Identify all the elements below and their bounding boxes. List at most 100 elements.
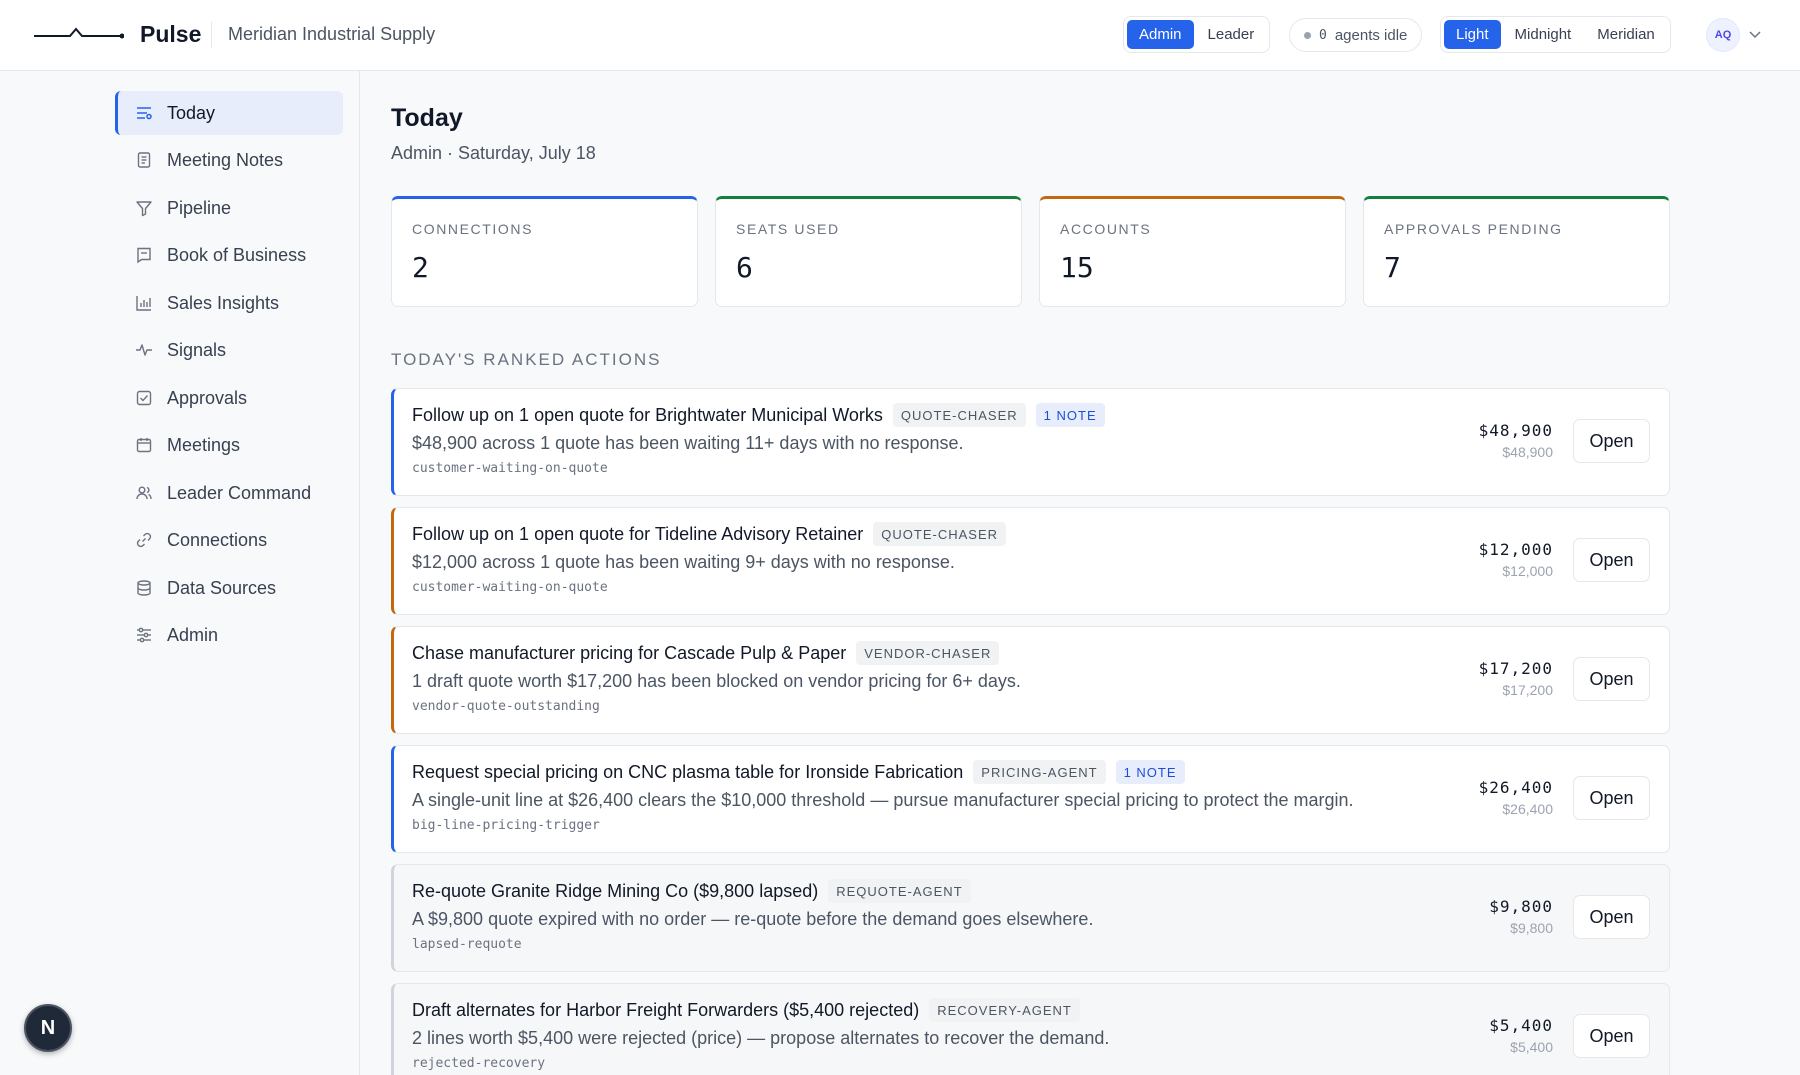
stat-value: 6 <box>736 251 753 284</box>
action-title: Draft alternates for Harbor Freight Forw… <box>412 999 920 1020</box>
open-button[interactable]: Open <box>1573 419 1650 463</box>
sidebar-item-label: Pipeline <box>167 197 232 218</box>
sidebar-item-label: Sales Insights <box>167 292 280 313</box>
section-title: TODAY'S RANKED ACTIONS <box>391 350 662 369</box>
agent-badge: REQUOTE-AGENT <box>828 879 971 903</box>
action-card[interactable]: Chase manufacturer pricing for Cascade P… <box>391 626 1670 734</box>
action-amount: $9,800 $9,800 <box>1489 897 1553 936</box>
action-amount: $26,400 $26,400 <box>1479 778 1553 817</box>
action-title-row: Follow up on 1 open quote for Tideline A… <box>412 522 1007 546</box>
action-card[interactable]: Request special pricing on CNC plasma ta… <box>391 745 1670 853</box>
action-card[interactable]: Follow up on 1 open quote for Brightwate… <box>391 388 1670 496</box>
amount-subvalue: $26,400 <box>1502 801 1553 817</box>
action-amount: $48,900 $48,900 <box>1479 421 1553 460</box>
assistant-launcher-button[interactable]: N <box>24 1004 72 1052</box>
note-badge[interactable]: 1 NOTE <box>1035 403 1105 427</box>
action-rule-code: customer-waiting-on-quote <box>412 461 608 476</box>
avatar[interactable]: AQ <box>1706 18 1740 52</box>
theme-meridian-button[interactable]: Meridian <box>1585 20 1667 49</box>
amount-subvalue: $17,200 <box>1502 682 1553 698</box>
sidebar-item-approvals[interactable]: Approvals <box>115 376 343 420</box>
action-amount: $12,000 $12,000 <box>1479 540 1553 579</box>
sidebar-item-signals[interactable]: Signals <box>115 328 343 372</box>
action-rule-code: customer-waiting-on-quote <box>412 580 608 595</box>
action-amount: $5,400 $5,400 <box>1489 1016 1553 1055</box>
action-rule-code: vendor-quote-outstanding <box>412 699 600 714</box>
sidebar-item-label: Approvals <box>167 387 248 408</box>
sidebar-item-label: Data Sources <box>167 577 277 598</box>
agent-badge: VENDOR-CHASER <box>856 641 1000 665</box>
theme-switcher: Light Midnight Meridian <box>1440 16 1671 53</box>
action-card[interactable]: Draft alternates for Harbor Freight Forw… <box>391 983 1670 1075</box>
role-admin-button[interactable]: Admin <box>1127 20 1194 49</box>
stat-label: APPROVALS PENDING <box>1384 221 1563 237</box>
action-description: $12,000 across 1 quote has been waiting … <box>412 552 955 572</box>
open-button[interactable]: Open <box>1573 1014 1650 1058</box>
stat-card-seats-used: SEATS USED 6 <box>715 196 1022 307</box>
amount-subvalue: $5,400 <box>1510 1039 1553 1055</box>
users-icon <box>136 486 152 500</box>
status-dot-icon <box>1304 31 1311 39</box>
stat-value: 15 <box>1060 251 1094 284</box>
agent-badge: PRICING-AGENT <box>973 760 1106 784</box>
checkbox-icon <box>136 390 152 406</box>
amount-subvalue: $48,900 <box>1502 444 1553 460</box>
theme-light-button[interactable]: Light <box>1444 20 1501 49</box>
amount-value: $9,800 <box>1489 897 1553 916</box>
action-description: 1 draft quote worth $17,200 has been blo… <box>412 671 1021 691</box>
action-amount: $17,200 $17,200 <box>1479 659 1553 698</box>
stat-card-connections: CONNECTIONS 2 <box>391 196 698 307</box>
sidebar-item-meetings[interactable]: Meetings <box>115 423 343 467</box>
sidebar-item-label: Book of Business <box>167 244 307 265</box>
open-button[interactable]: Open <box>1573 657 1650 701</box>
database-icon <box>137 580 151 596</box>
calendar-icon <box>136 438 152 453</box>
amount-value: $48,900 <box>1478 421 1553 440</box>
action-description: A $9,800 quote expired with no order — r… <box>412 909 1094 929</box>
agents-status-pill[interactable]: 0 agents idle <box>1289 18 1423 52</box>
action-title: Follow up on 1 open quote for Tideline A… <box>412 523 864 544</box>
amount-subvalue: $12,000 <box>1502 563 1553 579</box>
action-title: Request special pricing on CNC plasma ta… <box>412 761 964 782</box>
funnel-icon <box>136 201 152 217</box>
header-divider <box>211 22 212 48</box>
agent-badge: QUOTE-CHASER <box>873 522 1007 546</box>
brand-name[interactable]: Pulse <box>140 21 201 48</box>
action-card[interactable]: Re-quote Granite Ridge Mining Co ($9,800… <box>391 864 1670 972</box>
sidebar-item-today[interactable]: Today <box>115 91 343 135</box>
amount-subvalue: $9,800 <box>1510 920 1553 936</box>
open-button[interactable]: Open <box>1573 538 1650 582</box>
action-rule-code: lapsed-requote <box>412 937 522 952</box>
role-leader-button[interactable]: Leader <box>1196 20 1267 49</box>
sidebar-item-leader-command[interactable]: Leader Command <box>115 471 343 515</box>
amount-value: $26,400 <box>1478 778 1553 797</box>
action-description: A single-unit line at $26,400 clears the… <box>412 790 1354 810</box>
bar-chart-icon <box>136 296 151 311</box>
book-icon <box>137 247 151 264</box>
agent-badge: QUOTE-CHASER <box>892 403 1026 427</box>
sidebar-item-label: Admin <box>167 624 219 645</box>
sidebar-item-pipeline[interactable]: Pipeline <box>115 186 343 230</box>
theme-midnight-button[interactable]: Midnight <box>1503 20 1584 49</box>
sidebar-item-connections[interactable]: Connections <box>115 518 343 562</box>
stat-label: CONNECTIONS <box>412 221 534 237</box>
sidebar-item-data-sources[interactable]: Data Sources <box>115 566 343 610</box>
action-description: $48,900 across 1 quote has been waiting … <box>412 433 964 453</box>
sidebar-item-label: Signals <box>167 339 227 360</box>
sidebar-item-sales-insights[interactable]: Sales Insights <box>115 281 343 325</box>
chevron-down-icon[interactable] <box>1748 28 1762 42</box>
sidebar-item-label: Leader Command <box>167 482 312 503</box>
note-badge[interactable]: 1 NOTE <box>1115 760 1185 784</box>
role-switcher: Admin Leader <box>1123 16 1271 53</box>
sidebar-item-meeting-notes[interactable]: Meeting Notes <box>115 138 343 182</box>
action-card[interactable]: Follow up on 1 open quote for Tideline A… <box>391 507 1670 615</box>
open-button[interactable]: Open <box>1573 895 1650 939</box>
stat-label: SEATS USED <box>736 221 840 237</box>
stat-value: 2 <box>412 251 429 284</box>
stat-label: ACCOUNTS <box>1060 221 1152 237</box>
agent-badge: RECOVERY-AGENT <box>929 998 1080 1022</box>
sidebar-item-book-of-business[interactable]: Book of Business <box>115 233 343 277</box>
sidebar-item-admin[interactable]: Admin <box>115 613 343 657</box>
action-title-row: Chase manufacturer pricing for Cascade P… <box>412 641 1000 665</box>
open-button[interactable]: Open <box>1573 776 1650 820</box>
